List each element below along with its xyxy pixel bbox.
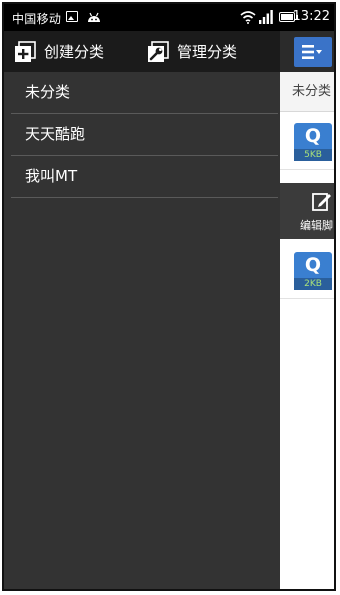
content-header — [280, 31, 334, 72]
status-bar: 中国移动 13:22 — [4, 4, 334, 31]
category-list: 未分类 天天酷跑 我叫MT — [4, 72, 280, 198]
main-content-peek: 未分类 Q 5KB 编辑脚 Q 2KB — [280, 31, 334, 589]
create-category-button[interactable]: 创建分类 — [14, 31, 104, 72]
create-category-label: 创建分类 — [44, 43, 105, 61]
edit-script-label: 编辑脚 — [300, 219, 333, 232]
q-letter: Q — [304, 254, 322, 276]
drawer-toolbar: 创建分类 管理分类 — [4, 31, 280, 72]
gallery-notification-icon — [66, 11, 78, 22]
overflow-menu-button[interactable] — [294, 37, 332, 67]
wrench-icon — [148, 40, 169, 62]
edit-icon — [312, 193, 331, 211]
q-script-icon: Q 2KB — [294, 252, 332, 290]
add-category-icon — [15, 40, 36, 62]
category-drawer: 创建分类 管理分类 未分类 天天酷跑 我叫MT — [4, 31, 280, 589]
signal-strength-icon — [259, 10, 273, 24]
category-item-tiantian-kupao[interactable]: 天天酷跑 — [11, 114, 278, 156]
clock: 13:22 — [292, 9, 330, 24]
manage-categories-button[interactable]: 管理分类 — [147, 31, 237, 72]
category-item-uncategorized[interactable]: 未分类 — [11, 72, 278, 114]
category-item-wojiao-mt[interactable]: 我叫MT — [11, 156, 278, 198]
q-letter: Q — [304, 125, 322, 147]
script-file-row[interactable]: Q 2KB — [280, 242, 334, 299]
carrier-name: 中国移动 — [12, 12, 62, 26]
q-script-icon: Q 5KB — [294, 123, 332, 161]
script-file-row[interactable]: Q 5KB — [280, 113, 334, 170]
phone-screen: 中国移动 13:22 创建分类 管理分类 未分类 天天酷跑 我叫MT 未分类 Q… — [2, 2, 336, 591]
wifi-icon — [240, 11, 256, 24]
file-size: 2KB — [294, 278, 332, 290]
tab-uncategorized[interactable]: 未分类 — [280, 72, 334, 112]
android-notification-icon — [88, 12, 100, 22]
file-size: 5KB — [294, 149, 332, 161]
menu-list-icon — [302, 45, 322, 59]
manage-categories-label: 管理分类 — [177, 43, 238, 61]
edit-script-button[interactable]: 编辑脚 — [280, 183, 334, 239]
